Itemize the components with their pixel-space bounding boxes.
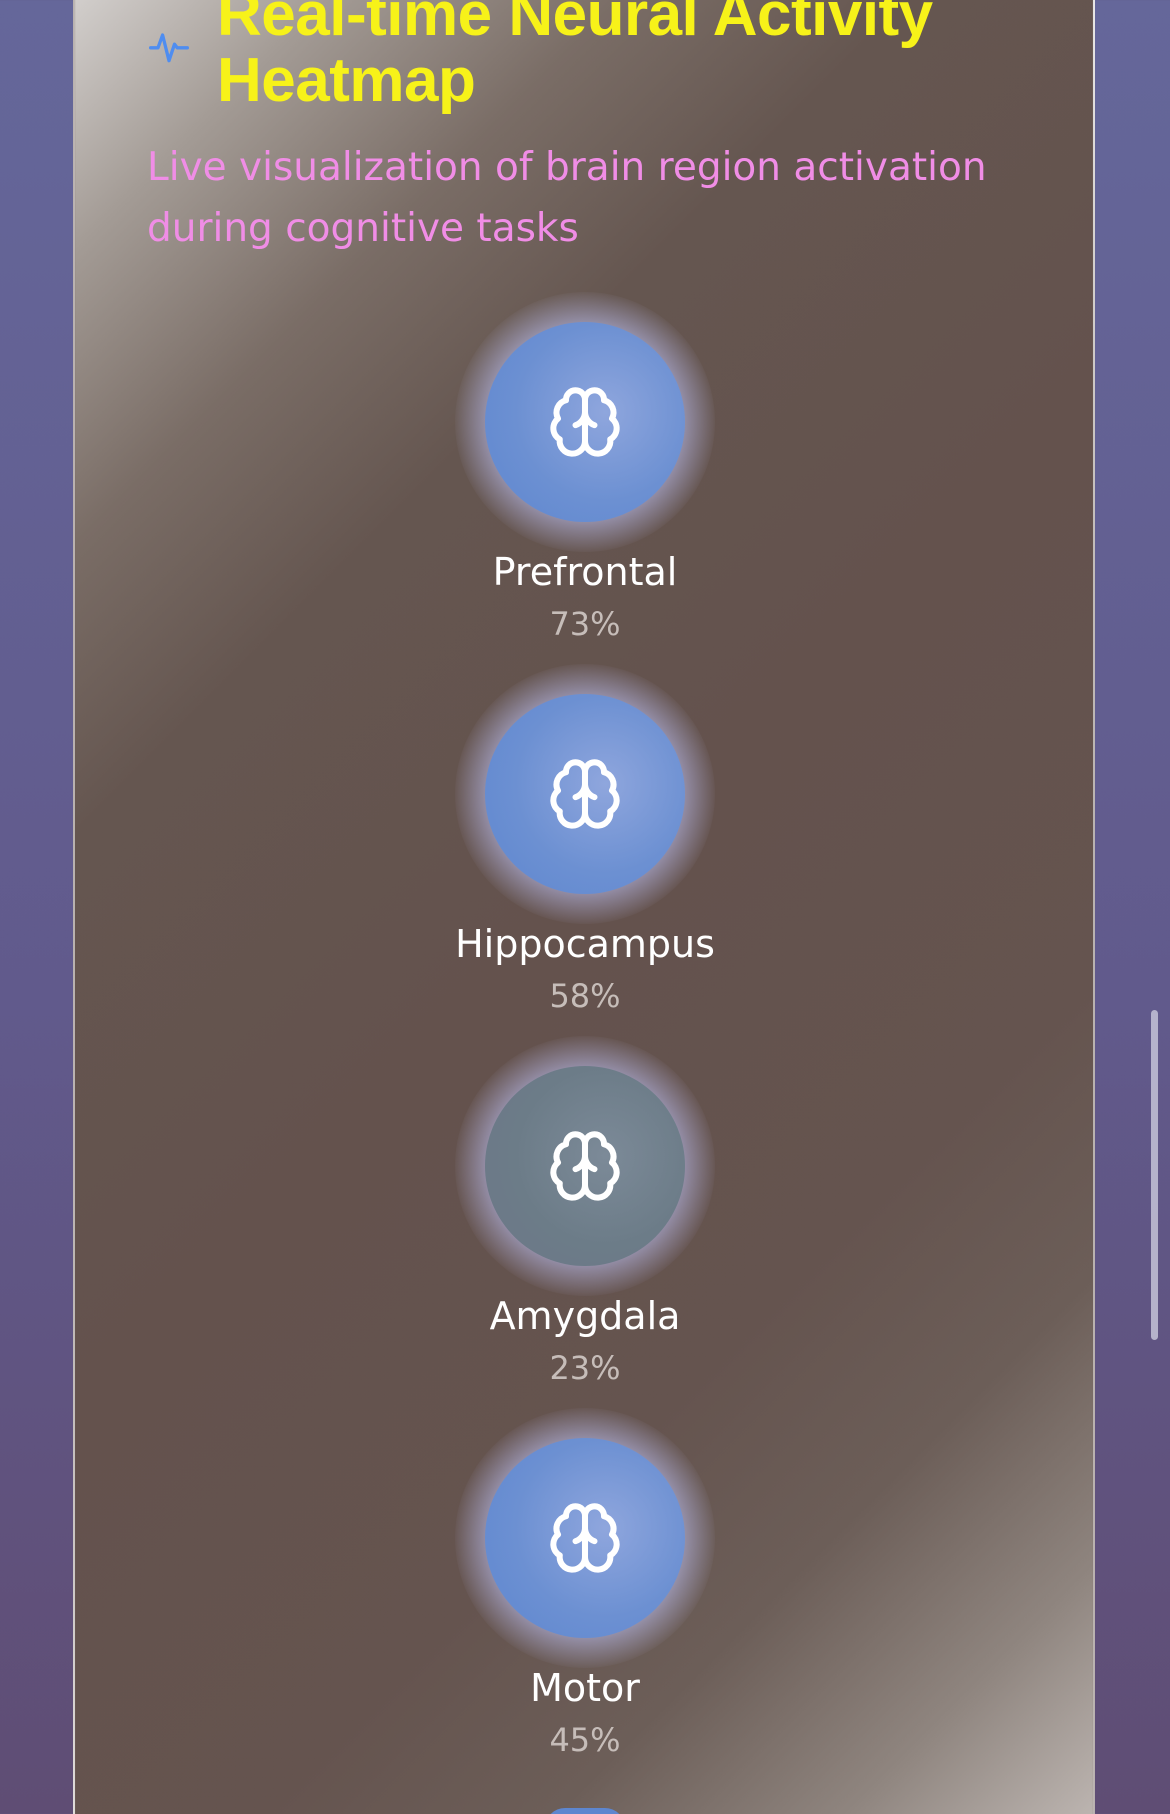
region-activation-value: 23% <box>549 1349 621 1387</box>
region-name: Amygdala <box>489 1294 681 1338</box>
brain-icon <box>550 387 620 457</box>
region-name: Motor <box>530 1666 640 1710</box>
region-item-motor[interactable]: Motor 45% <box>455 1408 715 1760</box>
region-item-prefrontal[interactable]: Prefrontal 73% <box>455 292 715 644</box>
brain-icon <box>550 1131 620 1201</box>
region-activation-value: 58% <box>549 977 621 1015</box>
activity-pulse-icon <box>149 33 189 63</box>
region-activation-value: 45% <box>549 1721 621 1759</box>
next-region-orb-partial <box>545 1808 625 1814</box>
brain-icon <box>550 759 620 829</box>
region-activation-value: 73% <box>549 605 621 643</box>
activation-orb[interactable] <box>455 292 715 552</box>
region-name: Prefrontal <box>492 550 678 594</box>
activation-orb[interactable] <box>455 1036 715 1296</box>
activation-orb[interactable] <box>455 1408 715 1668</box>
region-item-amygdala[interactable]: Amygdala 23% <box>455 1036 715 1388</box>
scrollbar-thumb[interactable] <box>1151 1010 1158 1340</box>
activation-orb[interactable] <box>455 664 715 924</box>
region-name: Hippocampus <box>455 922 715 966</box>
page-subtitle: Live visualization of brain region activ… <box>147 145 987 251</box>
brain-icon <box>550 1503 620 1573</box>
region-item-hippocampus[interactable]: Hippocampus 58% <box>455 664 715 1016</box>
page-title: Real-time Neural Activity Heatmap <box>217 0 933 115</box>
